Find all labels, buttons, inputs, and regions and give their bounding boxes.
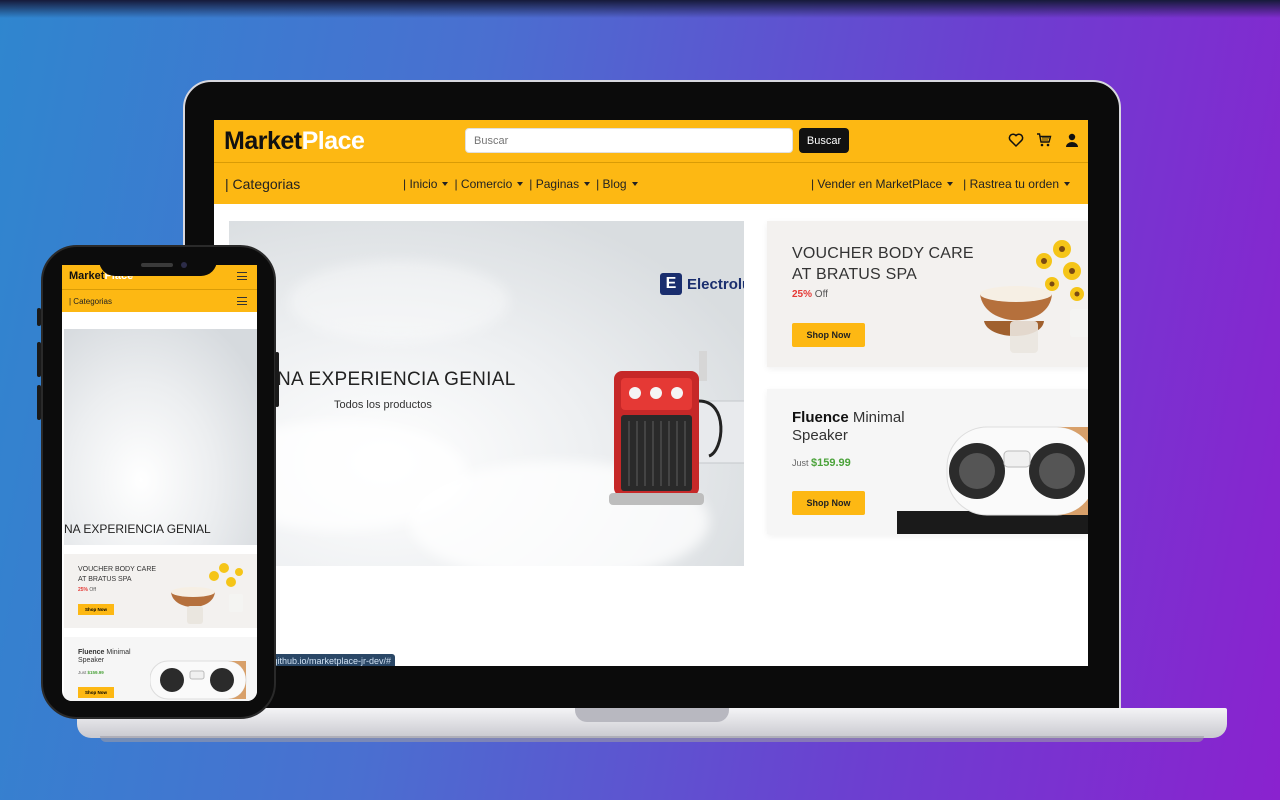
spa-image: [171, 563, 243, 624]
promo-title-line2: AT BRATUS SPA: [792, 266, 917, 283]
caret-down-icon: [517, 181, 524, 186]
promo-discount: 25% Off: [78, 587, 96, 593]
shop-now-button[interactable]: Shop Now: [78, 604, 114, 615]
hero-subtitle: Todos los productos: [334, 399, 432, 411]
speaker-image: [897, 426, 1088, 534]
phone-hero-title: NA EXPERIENCIA GENIAL: [64, 522, 211, 536]
promo-discount: 25% Off: [792, 289, 828, 300]
logo-market: Market: [224, 126, 302, 155]
laptop-base-shadow: [100, 736, 1204, 742]
laptop-screen: MarketPlace Buscar | Categorias | Inicio…: [214, 120, 1088, 666]
promo-title: Fluence Minimal Speaker: [792, 409, 905, 445]
electrolux-icon: E: [660, 273, 682, 295]
site-logo[interactable]: MarketPlace: [224, 126, 365, 156]
heater-image: [609, 351, 744, 505]
discount-value: 25%: [78, 587, 89, 593]
cart-icon[interactable]: [1036, 132, 1052, 148]
cloud-shape: [289, 261, 509, 341]
promo-voucher[interactable]: VOUCHER BODY CARE AT BRATUS SPA 25% Off …: [767, 221, 1088, 367]
phone-promo-speaker[interactable]: Fluence Minimal Speaker Just $159.99 Sho…: [64, 637, 257, 701]
nav-item-inicio[interactable]: | Inicio: [403, 176, 449, 191]
nav-label: | Comercio: [454, 176, 513, 191]
hamburger-icon[interactable]: [237, 297, 247, 305]
shop-now-button[interactable]: Shop Now: [78, 687, 114, 698]
promo-title-line2: Speaker: [792, 427, 848, 444]
hero-banner[interactable]: NA EXPERIENCIA GENIAL Todos los producto…: [229, 221, 744, 566]
phone-hero-banner[interactable]: NA EXPERIENCIA GENIAL: [64, 329, 257, 545]
promo-title-line1: Fluence Minimal: [78, 649, 131, 657]
nav-label: | Blog: [596, 176, 627, 191]
background-shade: [0, 0, 1280, 18]
promo-title-line1: VOUCHER BODY CARE: [792, 245, 974, 262]
phone-notch: [99, 248, 217, 276]
nav-label: | Paginas: [529, 176, 580, 191]
phone-camera-icon: [181, 262, 187, 268]
phone-promo-voucher[interactable]: VOUCHER BODY CARE AT BRATUS SPA 25% Off …: [64, 554, 257, 628]
shop-now-button[interactable]: Shop Now: [792, 323, 865, 347]
promo-title-line2: AT BRATUS SPA: [78, 576, 132, 583]
price-prefix: Just: [78, 670, 88, 675]
phone-side-button: [37, 342, 41, 377]
site-nav: | Categorias | Inicio | Comercio | Pagin…: [214, 162, 1088, 204]
nav-item-paginas[interactable]: | Paginas: [529, 176, 591, 191]
spa-image: [980, 240, 1088, 353]
promo-title-bold: Fluence: [792, 409, 849, 426]
promo-title-bold: Fluence: [78, 649, 105, 656]
phone-side-button: [37, 385, 41, 420]
heart-icon[interactable]: [1008, 132, 1024, 148]
nav-label: | Rastrea tu orden: [963, 176, 1059, 191]
discount-suffix: Off: [812, 289, 828, 300]
hero-title: NA EXPERIENCIA GENIAL: [277, 369, 516, 390]
status-bar-url: ro.github.io/marketplace-jr-dev/#: [258, 654, 396, 666]
phone-power-button: [275, 352, 279, 407]
search-button[interactable]: Buscar: [799, 128, 849, 153]
caret-down-icon: [1064, 181, 1070, 186]
caret-down-icon: [442, 181, 449, 186]
price-value: $159.99: [811, 457, 851, 469]
logo-market: Market: [69, 270, 105, 282]
site-header: MarketPlace Buscar: [214, 120, 1088, 162]
promo-title-rest: Minimal: [104, 649, 131, 656]
promo-price: Just $159.99: [792, 457, 851, 469]
promo-title: Fluence Minimal Speaker: [78, 649, 131, 665]
nav-item-comercio[interactable]: | Comercio: [454, 176, 524, 191]
categories-menu[interactable]: | Categorias: [225, 176, 300, 192]
nav-item-vender[interactable]: | Vender en MarketPlace: [810, 176, 954, 191]
phone-categories[interactable]: | Categorias: [69, 297, 112, 306]
brand-logo: E Electrolu: [660, 273, 744, 295]
promo-title-line1: VOUCHER BODY CARE: [78, 566, 157, 573]
caret-down-icon: [584, 181, 591, 186]
phone-side-button: [37, 308, 41, 326]
price-value: $159.99: [87, 670, 104, 675]
nav-label: | Inicio: [403, 176, 438, 191]
brand-name: Electrolu: [687, 275, 744, 293]
promo-title: VOUCHER BODY CARE AT BRATUS SPA: [78, 565, 156, 585]
promo-title-line1: Fluence Minimal: [792, 409, 905, 427]
caret-down-icon: [631, 181, 638, 186]
laptop-notch: [575, 708, 729, 722]
hamburger-icon[interactable]: [237, 272, 247, 280]
promo-title-line2: Speaker: [78, 657, 105, 664]
nav-item-rastrea[interactable]: | Rastrea tu orden: [963, 177, 1070, 191]
promo-price: Just $159.99: [78, 670, 104, 675]
logo-place: Place: [301, 126, 365, 155]
promo-speaker[interactable]: Fluence Minimal Speaker Just $159.99 Sho…: [767, 389, 1088, 534]
discount-value: 25%: [792, 289, 813, 300]
phone-screen: MarketPlace | Categorias NA EXPERIENCIA …: [62, 265, 257, 701]
search-input[interactable]: [465, 128, 793, 153]
caret-down-icon: [947, 181, 954, 186]
discount-suffix: Off: [88, 587, 96, 593]
speaker-image: [150, 660, 247, 700]
nav-item-blog[interactable]: | Blog: [596, 176, 638, 191]
shop-now-button[interactable]: Shop Now: [792, 491, 865, 515]
nav-label: | Vender en MarketPlace: [810, 176, 943, 191]
user-icon[interactable]: [1064, 132, 1080, 148]
promo-title: VOUCHER BODY CARE AT BRATUS SPA: [792, 243, 974, 285]
phone-speaker-grille: [141, 263, 173, 267]
price-prefix: Just: [792, 458, 812, 468]
phone-nav: | Categorias: [62, 289, 257, 312]
